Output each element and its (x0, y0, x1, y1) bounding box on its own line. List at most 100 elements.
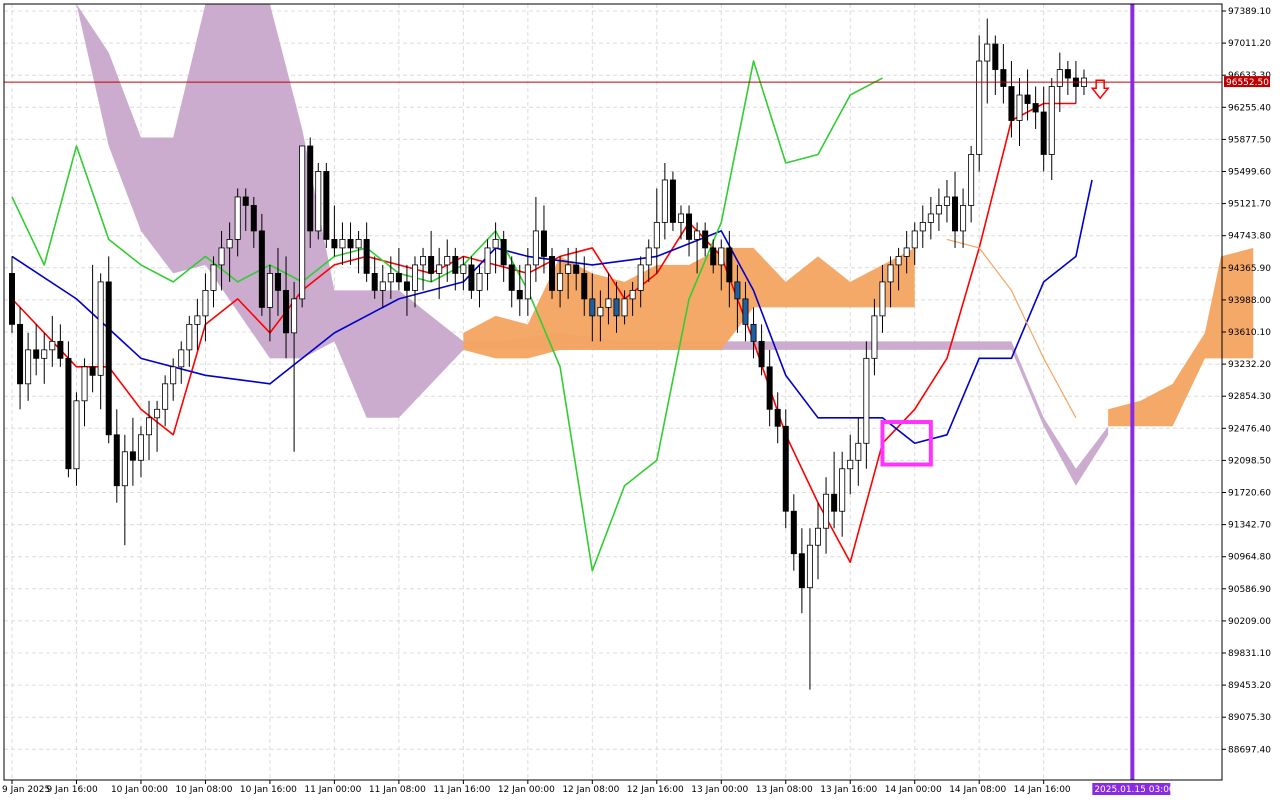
candle-body-down (65, 357, 72, 470)
candle-body-up (234, 196, 241, 240)
future-marker-label: 2025.01.15 03:00 (1094, 785, 1175, 795)
candle (323, 162, 330, 248)
y-tick-label: 91342.70 (1228, 521, 1271, 531)
x-tick-label: 11 Jan 16:00 (433, 785, 490, 795)
candle-body-down (952, 196, 959, 232)
candle-body-up (49, 340, 56, 351)
candle-body-up (557, 272, 564, 291)
candle (315, 162, 322, 240)
candle-body-down (758, 340, 765, 368)
x-tick-label: 10 Jan 08:00 (175, 785, 232, 795)
candle-body-down (1008, 86, 1015, 121)
candle-body-down (669, 179, 676, 223)
y-tick-label: 95499.60 (1228, 168, 1271, 178)
candle-body-down (129, 451, 136, 461)
y-tick-label: 91720.60 (1228, 489, 1271, 499)
candle-body-down (105, 281, 112, 436)
candle-body-up (718, 247, 725, 266)
y-tick-label: 89075.30 (1228, 713, 1271, 723)
candle-body-down (1040, 111, 1047, 155)
candle-body-up (444, 256, 451, 266)
candle-body-up (162, 383, 169, 410)
y-tick-label: 93232.20 (1228, 360, 1271, 370)
candle-body-down (726, 247, 733, 283)
candle-body-up (968, 154, 975, 206)
x-tick-label: 14 Jan 16:00 (1014, 785, 1071, 795)
candle-body-up (637, 264, 644, 291)
candle-body-up (605, 298, 612, 308)
candle-body-up (154, 408, 161, 419)
candle-body-down (1000, 69, 1007, 87)
y-tick-label: 95877.50 (1228, 135, 1271, 145)
candle-body-up (677, 213, 684, 223)
candle-body-down (573, 264, 580, 274)
candle-body-up (1048, 86, 1055, 155)
candle-body-down (774, 408, 781, 427)
y-tick-label: 97389.10 (1228, 7, 1271, 17)
candle-body-down (274, 272, 281, 291)
candle-body-down (89, 366, 96, 376)
candle-body-up (299, 145, 306, 300)
candle-body-up (202, 289, 209, 317)
candle-body-up (411, 264, 418, 291)
candle-body-down (8, 272, 15, 325)
candle-body-down (1032, 103, 1039, 113)
candle-body-down (500, 239, 507, 266)
candle-body-down (1024, 94, 1031, 104)
candle-body-down (750, 323, 757, 342)
y-tick-label: 94365.90 (1228, 264, 1271, 274)
candle-body-up (137, 434, 144, 461)
candle-body-up (1056, 69, 1063, 87)
candle-body-up (661, 179, 668, 223)
price-chart[interactable]: 97389.1097011.2096633.3096255.4095877.50… (0, 0, 1280, 800)
candle-body-down (371, 272, 378, 291)
candle (105, 256, 112, 444)
candle-body-up (871, 315, 878, 359)
y-tick-label: 92854.30 (1228, 392, 1271, 402)
candle-body-up (194, 315, 201, 325)
candle-body-up (460, 264, 467, 274)
candle-body-down (798, 553, 805, 589)
candle-body-up (960, 205, 967, 232)
y-tick-label: 90586.90 (1228, 585, 1271, 595)
candle-body-up (315, 171, 322, 232)
candle-body-up (25, 349, 32, 385)
candle-body-down (742, 298, 749, 325)
y-tick-label: 89453.20 (1228, 681, 1271, 691)
candle-body-down (613, 298, 620, 317)
candle-body-down (766, 366, 773, 410)
candle-body-up (41, 349, 48, 359)
candle-body-up (943, 196, 950, 206)
x-tick-label: 13 Jan 00:00 (691, 785, 748, 795)
candle-body-up (492, 239, 499, 249)
candle-body-up (653, 222, 660, 249)
candle-body-down (258, 230, 265, 308)
candle-body-up (178, 349, 185, 368)
candle-body-up (629, 289, 636, 300)
candle-body-down (540, 230, 547, 257)
candle-body-up (420, 256, 427, 266)
y-tick-label: 94743.80 (1228, 232, 1271, 242)
y-tick-label: 90964.80 (1228, 553, 1271, 563)
candle-body-down (250, 205, 257, 232)
candle-body-down (307, 145, 314, 232)
candle-body-down (702, 230, 709, 249)
candle-body-down (782, 425, 789, 512)
candle-body-down (549, 256, 556, 291)
candle-body-up (73, 400, 80, 470)
future-marker-tag: 2025.01.15 03:00 (1092, 783, 1175, 795)
x-tick-label: 12 Jan 00:00 (498, 785, 555, 795)
candle (65, 341, 72, 478)
x-tick-label: 9 Jan 16:00 (46, 785, 98, 795)
candle-body-down (581, 272, 588, 300)
y-tick-label: 90209.00 (1228, 617, 1271, 627)
candle-body-up (218, 247, 225, 266)
candle-body-down (113, 434, 120, 487)
candle-body-up (121, 451, 128, 487)
y-tick-label: 97011.20 (1228, 39, 1271, 49)
candle-body-up (532, 230, 539, 266)
x-tick-label: 14 Jan 08:00 (949, 785, 1006, 795)
candle-body-down (516, 289, 523, 300)
x-tick-label: 11 Jan 00:00 (304, 785, 361, 795)
candle-body-up (984, 43, 991, 62)
